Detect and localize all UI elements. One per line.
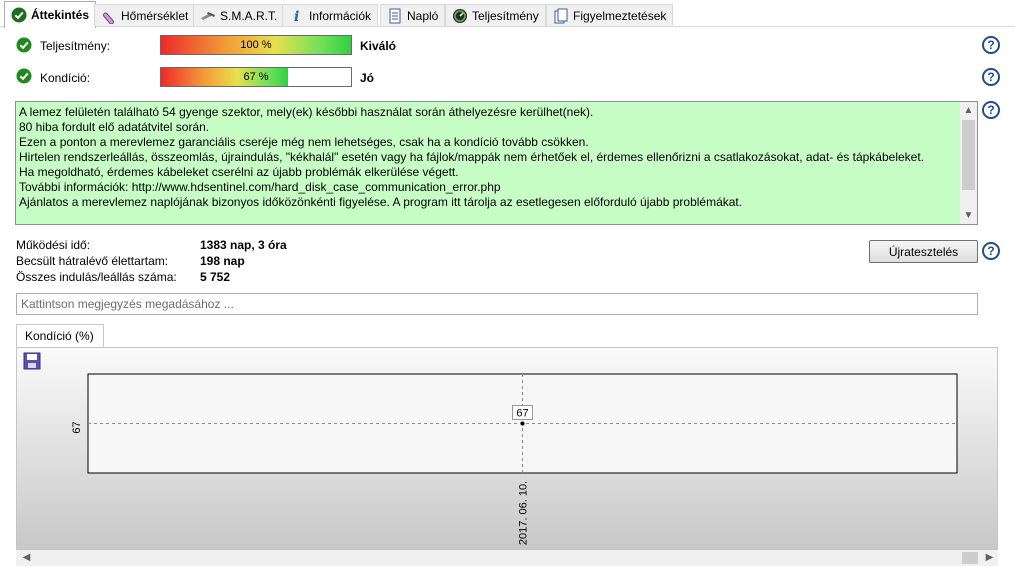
tab-label: Teljesítmény: [472, 8, 539, 23]
condition-chart: 67 2017. 06. 10. 67: [71, 373, 958, 545]
tab-smart[interactable]: S.M.A.R.T.: [193, 4, 285, 26]
tab-log[interactable]: Napló: [380, 4, 446, 26]
tab-label: Áttekintés: [31, 8, 90, 22]
message-line: 80 hiba fordult elő adatátvitel során.: [19, 120, 210, 134]
scroll-thumb[interactable]: [962, 120, 975, 190]
scroll-thumb[interactable]: [962, 552, 978, 564]
condition-bar: 67 %: [160, 67, 352, 87]
startstop-value: 5 752: [200, 270, 231, 284]
y-tick-label: 67: [71, 421, 83, 433]
status-message-text: A lemez felületén található 54 gyenge sz…: [19, 105, 957, 210]
message-line: Hirtelen rendszerleállás, összeomlás, új…: [19, 150, 925, 164]
condition-percent: 67 %: [243, 71, 269, 83]
condition-rating: Jó: [360, 71, 375, 85]
tab-label: Hőmérséklet: [121, 8, 189, 23]
message-line: Ajánlatos a merevlemez naplójának bizony…: [19, 195, 743, 209]
tools-icon: [200, 8, 216, 24]
info-icon: i: [289, 8, 305, 24]
note-input[interactable]: [16, 293, 978, 315]
check-circle-icon: [11, 7, 27, 23]
condition-label: Kondíció:: [40, 71, 91, 85]
performance-help-icon[interactable]: ?: [982, 36, 1000, 54]
performance-bar: 100 %: [160, 35, 352, 55]
lifetime-label: Becsült hátralévő élettartam:: [16, 254, 169, 268]
performance-rating: Kiváló: [360, 39, 397, 53]
chart-horizontal-scrollbar[interactable]: ◀ ▶: [16, 550, 998, 566]
tab-temperature[interactable]: Hőmérséklet: [94, 4, 196, 26]
tab-alerts[interactable]: Figyelmeztetések: [546, 4, 674, 26]
tab-label: Információk: [309, 8, 372, 23]
uptime-label: Működési idő:: [16, 238, 91, 252]
tab-information[interactable]: i Információk: [282, 4, 379, 26]
status-message-box[interactable]: A lemez felületén található 54 gyenge sz…: [15, 101, 978, 225]
alerts-document-icon: [553, 8, 569, 24]
retest-button[interactable]: Újratesztelés: [869, 240, 978, 263]
data-label: 67: [516, 408, 528, 420]
retest-help-icon[interactable]: ?: [982, 242, 1000, 260]
lifetime-value: 198 nap: [200, 254, 245, 268]
uptime-value: 1383 nap, 3 óra: [200, 238, 287, 252]
tab-overview[interactable]: Áttekintés: [4, 1, 97, 28]
thermometer-icon: [101, 8, 117, 24]
svg-text:i: i: [294, 9, 299, 24]
condition-chart-panel: 67 2017. 06. 10. 67: [16, 347, 998, 550]
tab-label: Napló: [407, 8, 439, 23]
message-line: A lemez felületén található 54 gyenge sz…: [19, 105, 594, 119]
condition-check-icon: [16, 68, 32, 84]
x-tick-label: 2017. 06. 10.: [518, 481, 530, 545]
data-point: [520, 421, 525, 426]
startstop-label: Összes indulás/leállás száma:: [16, 270, 177, 284]
tab-label: Figyelmeztetések: [573, 8, 667, 23]
performance-percent: 100 %: [240, 39, 272, 51]
speedometer-icon: [452, 8, 468, 24]
message-help-icon[interactable]: ?: [982, 101, 1000, 119]
tab-bar: Áttekintés Hőmérséklet S.M.A.R.T. i Info…: [0, 0, 1015, 28]
performance-check-icon: [16, 37, 32, 53]
tab-performance[interactable]: Teljesítmény: [445, 4, 546, 26]
performance-label: Teljesítmény:: [40, 39, 111, 53]
message-scrollbar[interactable]: ▲ ▼: [960, 102, 977, 224]
scroll-up-icon[interactable]: ▲: [960, 102, 977, 119]
scroll-left-icon[interactable]: ◀: [18, 550, 35, 566]
tab-label: S.M.A.R.T.: [220, 8, 278, 23]
message-line: Ha megoldható, érdemes kábeleket cseréln…: [19, 165, 459, 179]
scroll-right-icon[interactable]: ▶: [981, 550, 998, 566]
scroll-down-icon[interactable]: ▼: [960, 207, 977, 224]
message-line: További információk: http://www.hdsentin…: [19, 180, 501, 194]
log-document-icon: [387, 8, 403, 24]
chart-tab-condition[interactable]: Kondíció (%): [16, 324, 104, 348]
message-line: Ezen a ponton a merevlemez garanciális c…: [19, 135, 589, 149]
condition-help-icon[interactable]: ?: [982, 68, 1000, 86]
